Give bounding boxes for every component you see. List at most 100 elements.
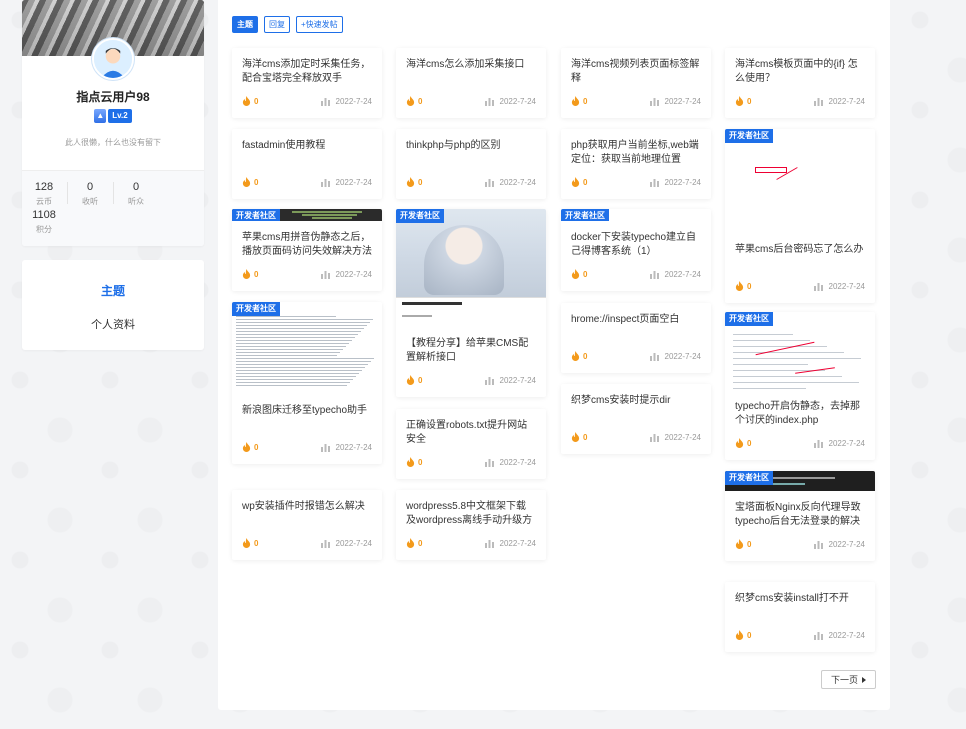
filter-replies[interactable]: 回复 <box>264 16 290 33</box>
post-meta: 0 2022-7-24 <box>725 279 875 293</box>
post-date: 2022-7-24 <box>664 269 701 279</box>
post-likes[interactable]: 0 <box>735 281 751 291</box>
filter-bar: 主题 回复 +快速发帖 <box>232 16 343 33</box>
likes-count: 0 <box>583 96 588 106</box>
post-likes[interactable]: 0 <box>571 351 587 361</box>
quick-post-button[interactable]: +快速发帖 <box>296 16 343 33</box>
post-card[interactable]: 织梦cms安装时提示dir 0 2022-7-24 <box>561 384 711 454</box>
post-card[interactable]: php获取用户当前坐标,web端定位：获取当前地理位置 0 2022-7-24 <box>561 129 711 199</box>
post-thumbnail: 开发者社区 <box>725 312 875 390</box>
post-card[interactable]: wordpress5.8中文框架下载及wordpress离线手动升级方 0 20… <box>396 490 546 560</box>
post-date: 2022-7-24 <box>664 177 701 187</box>
post-likes[interactable]: 0 <box>242 538 258 548</box>
post-title[interactable]: hrome://inspect页面空白 <box>561 313 711 341</box>
views-icon <box>320 178 330 187</box>
post-title[interactable]: docker下安装typecho建立自己得博客系统（1） <box>561 231 711 259</box>
post-likes[interactable]: 0 <box>242 269 258 279</box>
post-likes[interactable]: 0 <box>735 630 751 640</box>
post-title[interactable]: 苹果cms后台密码忘了怎么办 <box>725 243 875 271</box>
post-likes[interactable]: 0 <box>735 96 751 106</box>
post-likes[interactable]: 0 <box>571 269 587 279</box>
post-title[interactable]: wordpress5.8中文框架下载及wordpress离线手动升级方 <box>396 500 546 528</box>
post-title[interactable]: 海洋cms模板页面中的{if} 怎么使用？ <box>725 58 875 86</box>
post-card[interactable]: 海洋cms怎么添加采集接口 0 2022-7-24 <box>396 48 546 118</box>
flame-icon <box>242 177 251 187</box>
post-likes[interactable]: 0 <box>406 96 422 106</box>
flame-icon <box>571 177 580 187</box>
user-avatar[interactable] <box>92 38 134 80</box>
post-date: 2022-7-24 <box>828 539 865 549</box>
post-title[interactable]: 海洋cms添加定时采集任务，配合宝塔完全释放双手 <box>232 58 382 86</box>
post-card[interactable]: 开发者社区 新浪图床迁移至typecho助手 0 2022-7-24 <box>232 302 382 464</box>
post-title[interactable]: 海洋cms怎么添加采集接口 <box>396 58 546 86</box>
post-likes[interactable]: 0 <box>571 177 587 187</box>
post-card[interactable]: 开发者社区 docker下安装typecho建立自己得博客系统（1） 0 202… <box>561 209 711 291</box>
post-likes[interactable]: 0 <box>242 177 258 187</box>
post-date: 2022-7-24 <box>828 281 865 291</box>
post-likes[interactable]: 0 <box>242 96 258 106</box>
nav-profile-info[interactable]: 个人资料 <box>22 316 204 332</box>
stat-value: 0 <box>86 181 94 193</box>
post-card[interactable]: 开发者社区 宝塔面板Nginx反向代理导致typecho后台无法登录的解决 0 … <box>725 471 875 561</box>
post-date-wrap: 2022-7-24 <box>320 270 372 279</box>
post-title[interactable]: 苹果cms用拼音伪静态之后，播放页面码访问失效解决方法 <box>232 231 382 259</box>
next-page-button[interactable]: 下一页 <box>821 670 876 689</box>
nav-topics[interactable]: 主题 <box>22 282 204 299</box>
post-card[interactable]: fastadmin使用教程 0 2022-7-24 <box>232 129 382 199</box>
post-meta: 0 2022-7-24 <box>725 537 875 551</box>
post-card[interactable]: 海洋cms视频列表页面标签解释 0 2022-7-24 <box>561 48 711 118</box>
post-card[interactable]: 开发者社区 【教程分享】给苹果CMS配置解析接口 0 2022-7-24 <box>396 209 546 397</box>
post-title[interactable]: thinkphp与php的区别 <box>396 139 546 167</box>
post-title[interactable]: fastadmin使用教程 <box>232 139 382 167</box>
stat-value: 128 <box>34 181 54 193</box>
post-likes[interactable]: 0 <box>406 457 422 467</box>
post-title[interactable]: typecho开启伪静态，去掉那个讨厌的index.php <box>725 400 875 428</box>
post-likes[interactable]: 0 <box>571 432 587 442</box>
category-tag: 开发者社区 <box>725 471 773 485</box>
post-title[interactable]: 正确设置robots.txt提升网站安全 <box>396 419 546 447</box>
post-title[interactable]: 新浪图床迁移至typecho助手 <box>232 404 382 432</box>
stat-points: 1108 积分 <box>22 209 66 235</box>
likes-count: 0 <box>747 438 752 448</box>
post-likes[interactable]: 0 <box>406 538 422 548</box>
post-meta: 0 2022-7-24 <box>725 628 875 642</box>
post-likes[interactable]: 0 <box>735 438 751 448</box>
post-card[interactable]: 织梦cms安装install打不开 0 2022-7-24 <box>725 582 875 652</box>
post-card[interactable]: 开发者社区 苹果cms后台密码忘了怎么办 0 2022-7-24 <box>725 129 875 303</box>
post-likes[interactable]: 0 <box>406 177 422 187</box>
post-title[interactable]: php获取用户当前坐标,web端定位：获取当前地理位置 <box>561 139 711 167</box>
post-card[interactable]: thinkphp与php的区别 0 2022-7-24 <box>396 129 546 199</box>
post-title[interactable]: wp安装插件时报错怎么解决 <box>232 500 382 528</box>
post-title[interactable]: 海洋cms视频列表页面标签解释 <box>561 58 711 86</box>
post-card[interactable]: hrome://inspect页面空白 0 2022-7-24 <box>561 303 711 373</box>
post-title[interactable]: 织梦cms安装install打不开 <box>725 592 875 620</box>
likes-count: 0 <box>583 351 588 361</box>
post-card[interactable]: wp安装插件时报错怎么解决 0 2022-7-24 <box>232 490 382 560</box>
post-likes[interactable]: 0 <box>735 539 751 549</box>
likes-count: 0 <box>254 269 259 279</box>
post-thumbnail: 开发者社区 <box>725 129 875 233</box>
post-title[interactable]: 【教程分享】给苹果CMS配置解析接口 <box>396 337 546 365</box>
flame-icon <box>406 96 415 106</box>
post-card[interactable]: 开发者社区 苹果cms用拼音伪静态之后，播放页面码访问失效解决方法 0 2022… <box>232 209 382 291</box>
post-title[interactable]: 织梦cms安装时提示dir <box>561 394 711 422</box>
post-card[interactable]: 海洋cms模板页面中的{if} 怎么使用？ 0 2022-7-24 <box>725 48 875 118</box>
post-date-wrap: 2022-7-24 <box>484 539 536 548</box>
likes-count: 0 <box>583 177 588 187</box>
views-icon <box>649 97 659 106</box>
post-thumbnail: 开发者社区 <box>561 209 711 221</box>
filter-topics[interactable]: 主题 <box>232 16 258 33</box>
post-date-wrap: 2022-7-24 <box>320 443 372 452</box>
flame-icon <box>406 457 415 467</box>
post-card[interactable]: 开发者社区 typecho开启伪静态，去掉那个讨厌的index.php 0 20… <box>725 312 875 460</box>
post-title[interactable]: 宝塔面板Nginx反向代理导致typecho后台无法登录的解决 <box>725 501 875 529</box>
post-meta: 0 2022-7-24 <box>561 349 711 363</box>
post-card[interactable]: 海洋cms添加定时采集任务，配合宝塔完全释放双手 0 2022-7-24 <box>232 48 382 118</box>
post-likes[interactable]: 0 <box>242 442 258 452</box>
post-card[interactable]: 正确设置robots.txt提升网站安全 0 2022-7-24 <box>396 409 546 479</box>
post-meta: 0 2022-7-24 <box>396 94 546 108</box>
post-likes[interactable]: 0 <box>571 96 587 106</box>
views-icon <box>813 540 823 549</box>
flame-icon <box>571 432 580 442</box>
post-likes[interactable]: 0 <box>406 375 422 385</box>
